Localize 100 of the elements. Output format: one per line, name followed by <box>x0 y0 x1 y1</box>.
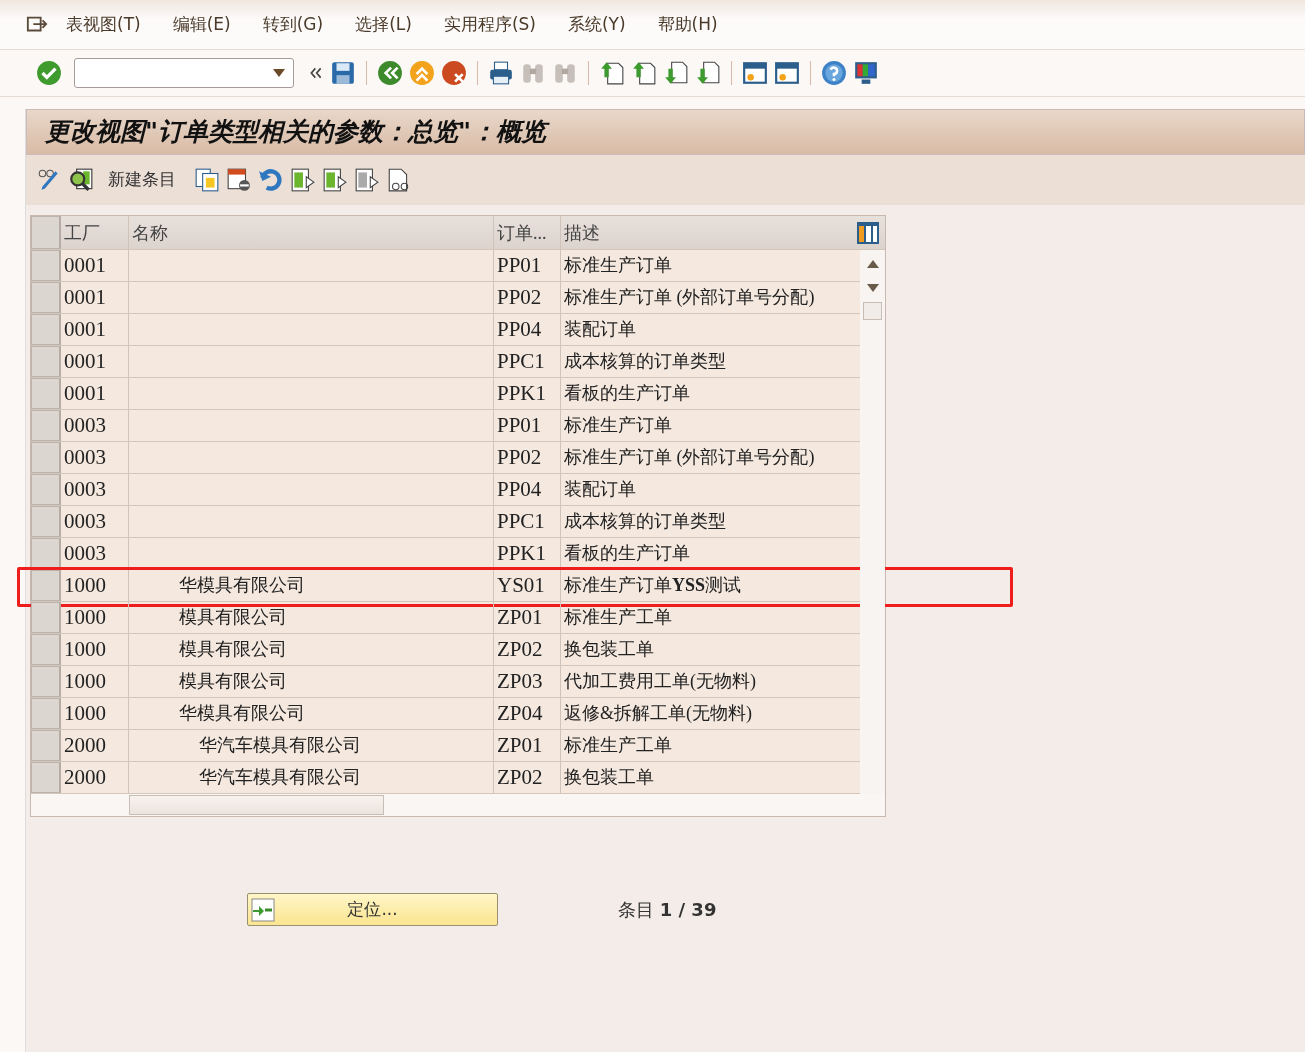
table-cell-text: 0001 <box>63 380 107 407</box>
table-cell: PPC1 <box>493 346 560 377</box>
column-header[interactable]: 描述 <box>560 216 855 249</box>
table-cell: 模具有限公司 <box>128 666 493 697</box>
menu-item[interactable]: 实用程序(S) <box>443 11 536 38</box>
back-icon[interactable] <box>377 60 403 86</box>
column-settings-icon[interactable] <box>855 220 880 245</box>
table-cell: PP01 <box>493 410 560 441</box>
table-cell-text: 1000 <box>63 636 107 663</box>
table-cell: 标准生产订单 (外部订单号分配) <box>560 282 855 313</box>
menu-item[interactable]: 编辑(E) <box>172 11 231 38</box>
table-cell: ZP04 <box>493 698 560 729</box>
table-cell: 华汽车模具有限公司 <box>128 730 493 761</box>
select-all-cell[interactable] <box>31 216 61 249</box>
table-cell: 装配订单 <box>560 474 855 505</box>
locate-icon <box>251 898 275 922</box>
table-cell-text: 0003 <box>63 412 107 439</box>
menu-item[interactable]: 表视图(T) <box>66 11 141 38</box>
table-cell: 代加工费用工单(无物料) <box>560 666 855 697</box>
table-cell: PPK1 <box>493 378 560 409</box>
table-cell: 换包装工单 <box>560 762 855 793</box>
table-cell: 返修&拆解工单(无物料) <box>560 698 855 729</box>
table-cell-text: 0001 <box>63 252 107 279</box>
table-cell: PPC1 <box>493 506 560 537</box>
check-icon[interactable] <box>36 60 62 86</box>
table-cell: 标准生产订单 <box>560 410 855 441</box>
table-cell: 标准生产订单YSS测试 <box>560 570 855 601</box>
table-cell: 看板的生产订单 <box>560 538 855 569</box>
table-cell-text: 2000 <box>63 764 107 791</box>
window-icon[interactable] <box>774 60 800 86</box>
menu-item[interactable]: 帮助(H) <box>657 11 718 38</box>
horizontal-scrollbar[interactable] <box>129 795 384 815</box>
table-cell: ZP01 <box>493 730 560 761</box>
new-entries-button[interactable]: 新建条目 <box>108 167 176 193</box>
monitor-icon[interactable] <box>853 60 879 86</box>
table-cell: 标准生产工单 <box>560 602 855 633</box>
table-cell: PPK1 <box>493 538 560 569</box>
table-cell-text: 0001 <box>63 316 107 343</box>
table-cell: 标准生产订单 <box>560 250 855 281</box>
new-window-icon[interactable] <box>742 60 768 86</box>
table-cell: 标准生产工单 <box>560 730 855 761</box>
table-cell: 成本核算的订单类型 <box>560 506 855 537</box>
menu-item[interactable]: 转到(G) <box>262 11 324 38</box>
undo-icon[interactable] <box>258 167 284 193</box>
table-cell-text: 1000 <box>63 700 107 727</box>
print-icon[interactable] <box>488 60 514 86</box>
column-header[interactable]: 名称 <box>128 216 493 249</box>
table-cell: 标准生产订单 (外部订单号分配) <box>560 442 855 473</box>
delete-icon[interactable] <box>226 167 252 193</box>
command-field[interactable] <box>74 58 294 88</box>
scroll-down-icon[interactable] <box>866 284 879 292</box>
table-cell: ZP02 <box>493 634 560 665</box>
table-cell-text: 0001 <box>63 348 107 375</box>
save-icon[interactable] <box>330 60 356 86</box>
menu-item[interactable]: 选择(L) <box>355 11 412 38</box>
column-header[interactable]: 工厂 <box>61 216 128 249</box>
next-page-icon[interactable] <box>663 60 689 86</box>
table-cell: ZP02 <box>493 762 560 793</box>
table-cell-text: 0003 <box>63 444 107 471</box>
table-cell: 模具有限公司 <box>128 602 493 633</box>
table-cell: PP02 <box>493 442 560 473</box>
help-icon[interactable] <box>821 60 847 86</box>
column-header[interactable]: 订单... <box>493 216 560 249</box>
menu-item[interactable]: 系统(Y) <box>567 11 626 38</box>
copy-icon[interactable] <box>194 167 220 193</box>
table-cell-text: 1000 <box>63 668 107 695</box>
table-cell: PP04 <box>493 474 560 505</box>
exit-icon[interactable] <box>409 60 435 86</box>
entry-count: 条目 1 / 39 <box>618 898 717 922</box>
table-cell-text: 0003 <box>63 540 107 567</box>
table-cell: 装配订单 <box>560 314 855 345</box>
table-cell: ZP03 <box>493 666 560 697</box>
double-chevron-icon[interactable] <box>308 65 324 81</box>
table-cell-text: 0003 <box>63 508 107 535</box>
table-cell: PP02 <box>493 282 560 313</box>
previous-page-icon[interactable] <box>631 60 657 86</box>
caret-icon[interactable] <box>273 69 285 77</box>
select-block-icon[interactable] <box>322 167 348 193</box>
table-cell: 华模具有限公司 <box>128 698 493 729</box>
table-cell: 看板的生产订单 <box>560 378 855 409</box>
table-cell: 华模具有限公司 <box>128 570 493 601</box>
select-all-icon[interactable] <box>290 167 316 193</box>
last-page-icon[interactable] <box>695 60 721 86</box>
deselect-all-icon[interactable] <box>354 167 380 193</box>
first-page-icon[interactable] <box>599 60 625 86</box>
table-cell: 成本核算的订单类型 <box>560 346 855 377</box>
cancel-icon[interactable] <box>441 60 467 86</box>
row-selector[interactable] <box>31 538 61 569</box>
table-cell: PP04 <box>493 314 560 345</box>
table-cell: 华汽车模具有限公司 <box>128 762 493 793</box>
scroll-thumb[interactable] <box>863 302 882 320</box>
details-icon[interactable] <box>68 167 94 193</box>
screen-title: 更改视图"订单类型相关的参数：总览"：概览 <box>26 109 1305 155</box>
table-cell: 模具有限公司 <box>128 634 493 665</box>
table-cell-text: 2000 <box>63 732 107 759</box>
table-cell-text: 0003 <box>63 476 107 503</box>
table-cell-text: 1000 <box>63 572 107 599</box>
position-button[interactable]: 定位... <box>247 893 498 926</box>
scroll-up-icon[interactable] <box>866 260 879 268</box>
table-cell: ZP01 <box>493 602 560 633</box>
